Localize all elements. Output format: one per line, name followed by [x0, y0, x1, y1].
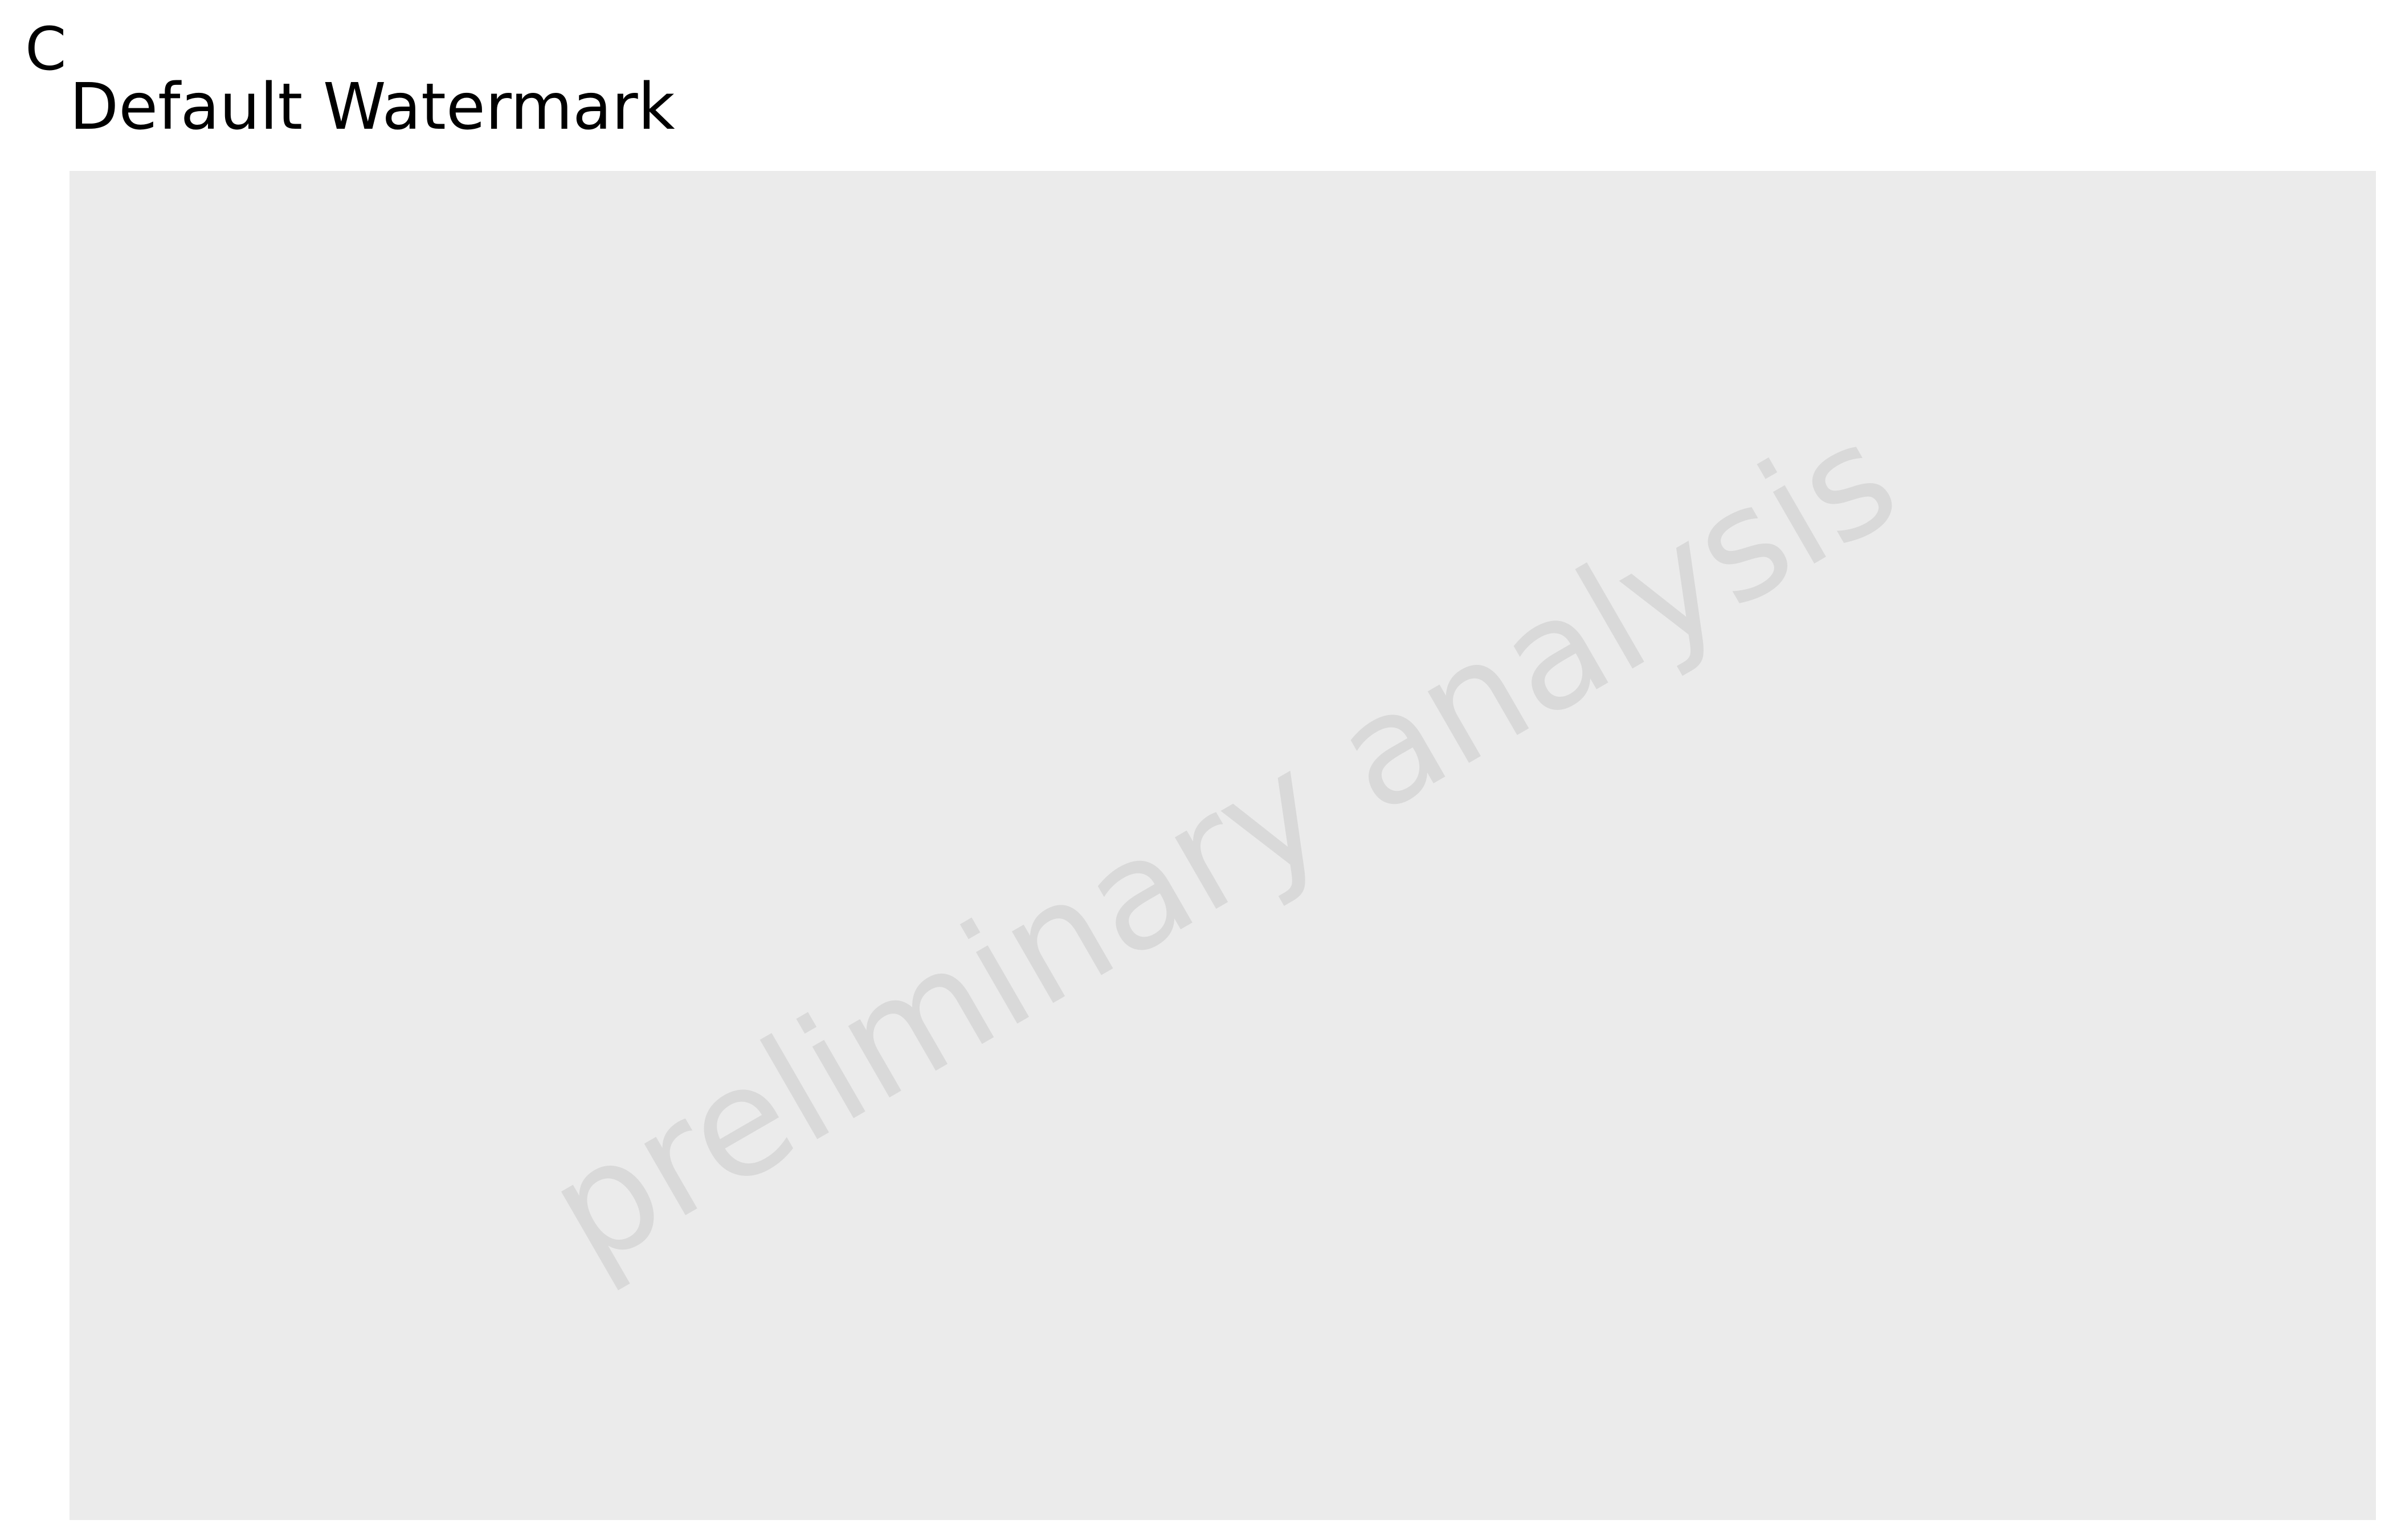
- chart-title: Default Watermark: [70, 70, 675, 144]
- watermark-text: preliminary analysis: [521, 389, 1925, 1301]
- panel-tag: C: [25, 14, 67, 84]
- plot-panel: preliminary analysis: [70, 171, 2376, 1520]
